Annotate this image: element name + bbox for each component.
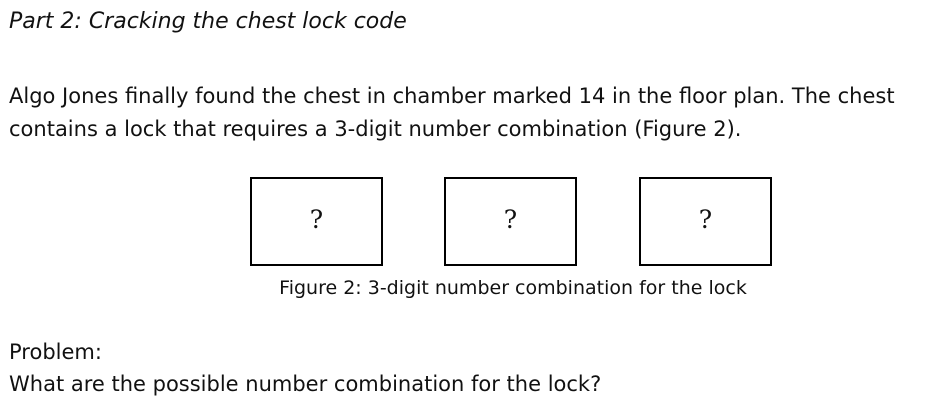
lock-digit-2: ? — [503, 205, 518, 234]
figure-caption: Figure 2: 3-digit number combination for… — [248, 275, 778, 303]
lock-digit-1: ? — [309, 205, 324, 234]
intro-paragraph: Algo Jones finally found the chest in ch… — [9, 84, 895, 141]
problem-question: What are the possible number combination… — [9, 372, 602, 396]
lock-digit-3: ? — [698, 205, 713, 234]
problem-label: Problem: — [9, 340, 102, 364]
lock-digit-box-2: ? — [444, 177, 577, 266]
lock-digit-box-1: ? — [250, 177, 383, 266]
lock-digit-box-3: ? — [639, 177, 772, 266]
part-title: Part 2: Cracking the chest lock code — [9, 9, 407, 34]
